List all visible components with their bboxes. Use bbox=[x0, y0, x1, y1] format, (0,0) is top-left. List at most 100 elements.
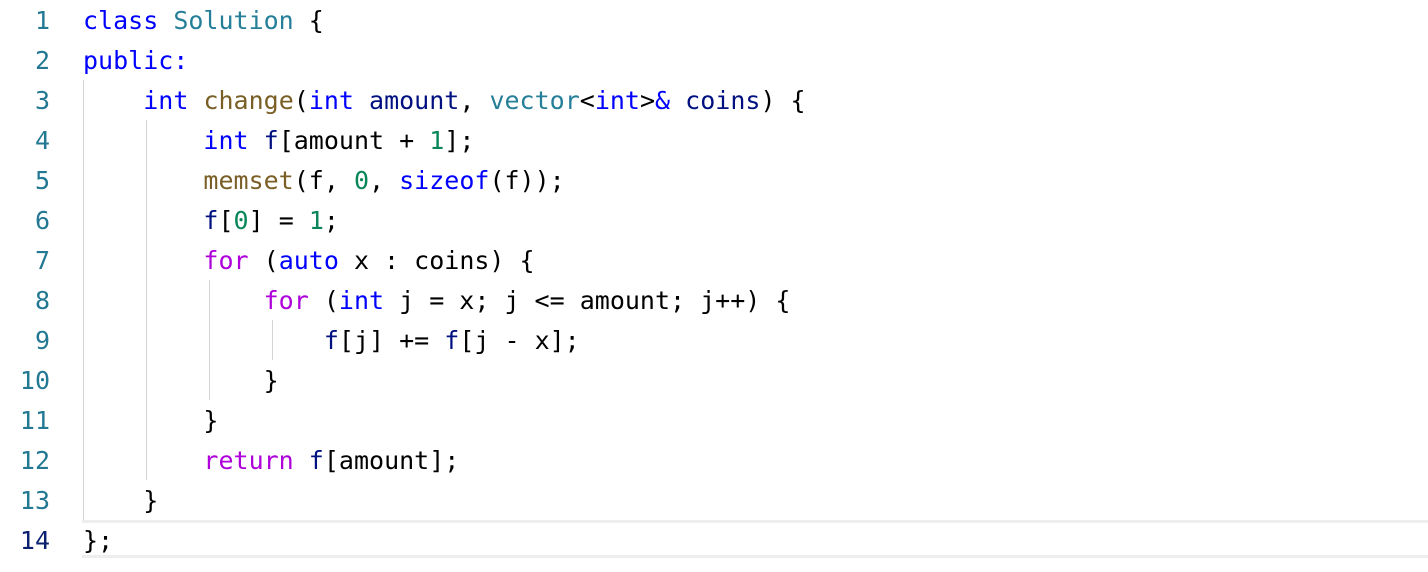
code-line[interactable]: 3 int change(int amount, vector<int>& co… bbox=[0, 81, 1428, 121]
code-line[interactable]: 9 f[j] += f[j - x]; bbox=[0, 321, 1428, 361]
line-code[interactable]: memset(f, 0, sizeof(f)); bbox=[83, 161, 564, 201]
code-line[interactable]: 5 memset(f, 0, sizeof(f)); bbox=[0, 161, 1428, 201]
line-number: 8 bbox=[34, 286, 50, 315]
line-number: 7 bbox=[34, 246, 50, 275]
line-number: 4 bbox=[34, 126, 50, 155]
line-number: 2 bbox=[34, 46, 50, 75]
code-token: memset bbox=[203, 166, 294, 195]
code-token: int bbox=[338, 286, 385, 315]
code-token: ( bbox=[308, 286, 339, 315]
code-token: for bbox=[263, 286, 309, 315]
code-token: [amount]; bbox=[323, 446, 460, 475]
code-line[interactable]: 12 return f[amount]; bbox=[0, 441, 1428, 481]
code-line[interactable]: 1 class Solution { bbox=[0, 1, 1428, 41]
code-token: int bbox=[594, 86, 640, 115]
code-token: ]; bbox=[444, 126, 475, 155]
code-token: f bbox=[203, 206, 219, 235]
line-number: 12 bbox=[19, 446, 50, 475]
code-token: f bbox=[308, 446, 324, 475]
code-token: change bbox=[203, 86, 294, 115]
code-editor[interactable]: 1 class Solution {2 public: 3 int change(in… bbox=[0, 0, 1428, 572]
line-code[interactable]: public: bbox=[83, 41, 188, 81]
code-line[interactable]: 11 } bbox=[0, 401, 1428, 441]
code-token: amount bbox=[369, 86, 460, 115]
code-token: x : coins) { bbox=[338, 246, 535, 275]
code-token: [j - x]; bbox=[459, 326, 580, 355]
code-line[interactable]: 14}; bbox=[0, 521, 1428, 561]
code-token: return bbox=[203, 446, 294, 475]
line-code[interactable]: class Solution { bbox=[83, 1, 324, 41]
code-line[interactable]: 6 f[0] = 1; bbox=[0, 201, 1428, 241]
line-number: 9 bbox=[34, 326, 50, 355]
code-token: (f, bbox=[293, 166, 354, 195]
code-token: public: bbox=[83, 46, 189, 75]
code-token: f bbox=[444, 326, 460, 355]
line-number: 6 bbox=[34, 206, 50, 235]
code-token: ( bbox=[248, 246, 279, 275]
code-token: , bbox=[369, 166, 400, 195]
code-token: { bbox=[293, 6, 324, 35]
code-token: ( bbox=[293, 86, 309, 115]
code-token: } bbox=[83, 366, 279, 395]
line-code[interactable]: } bbox=[83, 361, 279, 401]
line-code[interactable]: } bbox=[83, 401, 218, 441]
line-code[interactable]: for (int j = x; j <= amount; j++) { bbox=[83, 281, 791, 321]
code-token: 0 bbox=[353, 166, 370, 195]
code-token: } bbox=[83, 486, 159, 515]
code-token: [j] += bbox=[338, 326, 445, 355]
code-line[interactable]: 2 public: bbox=[0, 41, 1428, 81]
line-number: 14 bbox=[19, 526, 50, 555]
code-token: int bbox=[308, 86, 354, 115]
code-token: f bbox=[323, 326, 339, 355]
code-token: 1 bbox=[429, 126, 445, 155]
line-number: 13 bbox=[19, 486, 50, 515]
line-code[interactable]: for (auto x : coins) { bbox=[83, 241, 535, 281]
code-token: sizeof bbox=[399, 166, 490, 195]
code-token: } bbox=[83, 406, 219, 435]
code-token: , bbox=[459, 86, 490, 115]
code-token: 1 bbox=[308, 206, 324, 235]
line-code[interactable]: int change(int amount, vector<int>& coin… bbox=[83, 81, 805, 121]
line-code[interactable]: } bbox=[83, 481, 158, 521]
code-token: class bbox=[83, 6, 159, 35]
code-token: int bbox=[143, 86, 189, 115]
code-token: f bbox=[263, 126, 279, 155]
code-token: j = x; j <= amount; j++) { bbox=[384, 286, 791, 315]
line-number: 11 bbox=[19, 406, 50, 435]
code-token: > bbox=[639, 86, 656, 115]
line-number: 10 bbox=[19, 366, 50, 395]
code-line[interactable]: 7 for (auto x : coins) { bbox=[0, 241, 1428, 281]
code-line[interactable]: 4 int f[amount + 1]; bbox=[0, 121, 1428, 161]
code-token: auto bbox=[278, 246, 339, 275]
line-code[interactable]: int f[amount + 1]; bbox=[83, 121, 474, 161]
code-token: }; bbox=[83, 526, 114, 555]
code-token: coins bbox=[685, 86, 761, 115]
line-code[interactable]: f[0] = 1; bbox=[83, 201, 339, 241]
code-line[interactable]: 8 for (int j = x; j <= amount; j++) { bbox=[0, 281, 1428, 321]
code-token: ] = bbox=[248, 206, 309, 235]
line-number: 3 bbox=[34, 86, 50, 115]
line-number: 1 bbox=[34, 6, 50, 35]
code-token: 0 bbox=[233, 206, 249, 235]
code-line[interactable]: 13 } bbox=[0, 481, 1428, 521]
line-code[interactable]: f[j] += f[j - x]; bbox=[83, 321, 580, 361]
code-token: Solution bbox=[173, 6, 294, 35]
line-code[interactable]: }; bbox=[83, 521, 113, 561]
code-token: < bbox=[579, 86, 595, 115]
code-line[interactable]: 10 } bbox=[0, 361, 1428, 401]
line-code[interactable]: return f[amount]; bbox=[83, 441, 459, 481]
